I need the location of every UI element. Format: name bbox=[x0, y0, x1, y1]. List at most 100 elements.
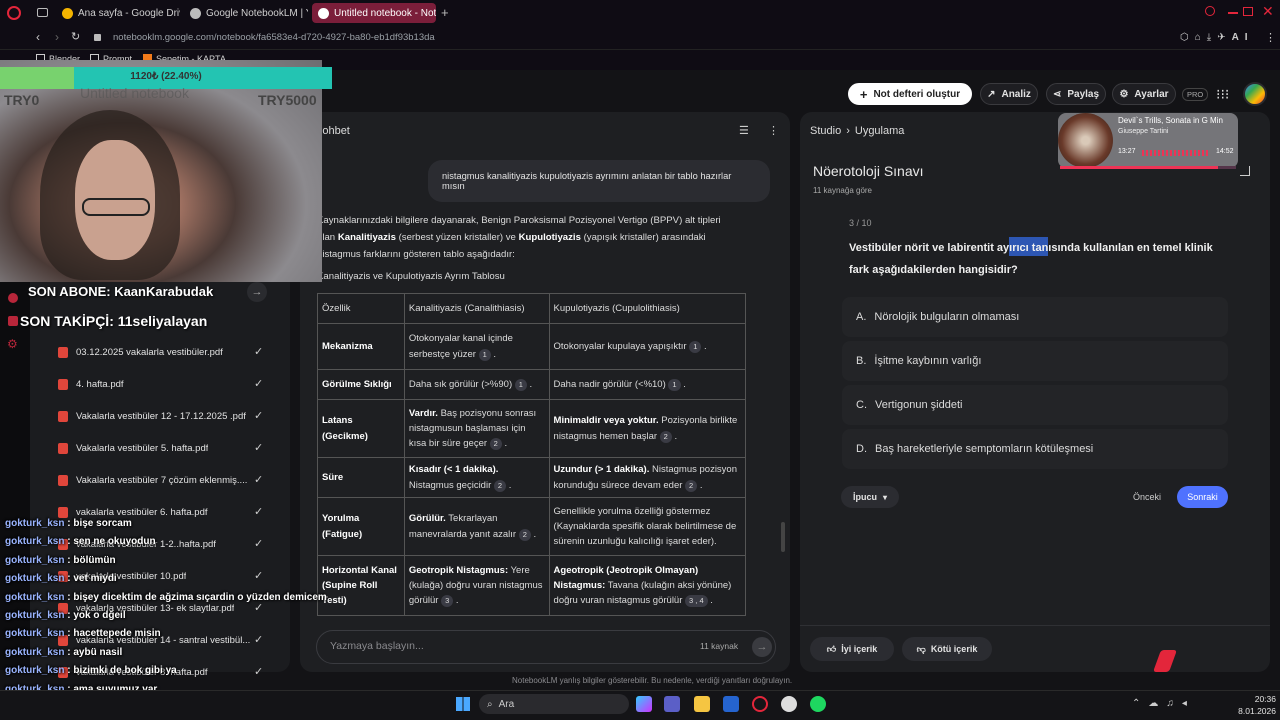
tab-label: Untitled notebook - Notebo bbox=[334, 7, 436, 19]
source-item[interactable]: Vakalarla vestibüler 12 - 17.12.2025 .pd… bbox=[58, 407, 268, 425]
source-item[interactable]: Vakalarla vestibüler 7 çözüm eklenmiş...… bbox=[58, 471, 268, 489]
answer-option-c[interactable]: C. Vertigonun şiddeti bbox=[842, 385, 1228, 425]
settings-button[interactable]: ⚙ Ayarlar bbox=[1112, 83, 1176, 105]
good-content-label: İyi içerik bbox=[841, 644, 878, 654]
tab-untitled-notebook[interactable]: Untitled notebook - Notebo bbox=[312, 3, 436, 23]
source-item[interactable]: Vakalarla vestibüler 5. hafta.pdf bbox=[58, 439, 268, 457]
source-item[interactable]: 4. hafta.pdf bbox=[58, 375, 268, 393]
cell-text: Otokonyalar kanal içinde serbestçe yüzer bbox=[408, 333, 513, 360]
back-icon[interactable]: ‹ bbox=[36, 30, 40, 44]
intro-bold: Kanalitiyazis bbox=[337, 232, 396, 243]
gear-icon[interactable]: ⚙ bbox=[7, 337, 18, 351]
analysis-button[interactable]: ↗ Analiz bbox=[980, 83, 1038, 105]
info-icon[interactable] bbox=[8, 293, 18, 303]
next-button[interactable]: Sonraki bbox=[1177, 486, 1228, 508]
citation-badge[interactable]: 1 bbox=[514, 378, 527, 391]
source-checkbox[interactable]: ✓ bbox=[254, 633, 266, 646]
windows-start-icon[interactable] bbox=[456, 697, 470, 711]
tab-google-drive[interactable]: Ana sayfa - Google Drive bbox=[56, 3, 180, 23]
opera-logo-icon[interactable] bbox=[7, 6, 21, 20]
avatar[interactable] bbox=[1243, 82, 1267, 106]
create-notebook-label: Not defteri oluştur bbox=[873, 88, 961, 100]
more-icon[interactable]: ⋮ bbox=[768, 124, 779, 137]
tab-list-icon[interactable] bbox=[37, 8, 48, 17]
source-checkbox[interactable]: ✓ bbox=[254, 505, 266, 518]
source-checkbox[interactable]: ✓ bbox=[254, 537, 266, 550]
forward-icon[interactable]: › bbox=[55, 30, 59, 44]
feature-text: Yorulma (Fatigue) bbox=[322, 513, 363, 540]
taskbar-search-label: Ara bbox=[498, 698, 515, 710]
search-icon[interactable] bbox=[1205, 6, 1215, 16]
citation-badge[interactable]: 2 bbox=[518, 528, 531, 541]
maximize-button[interactable] bbox=[1243, 7, 1253, 16]
cell-text: Nistagmus geçicidir bbox=[408, 479, 492, 491]
citation-badge[interactable]: 2 bbox=[489, 438, 502, 451]
citation-badge[interactable]: 3 , 4 bbox=[685, 595, 708, 608]
menu-icon[interactable]: ⋮ bbox=[1265, 31, 1276, 44]
notebook-title[interactable]: Untitled notebook bbox=[80, 85, 189, 101]
cell-bold: Minimaldir veya yoktur. bbox=[553, 415, 659, 427]
answer-option-b[interactable]: B. İşitme kaybının varlığı bbox=[842, 341, 1228, 381]
citation-badge[interactable]: 2 bbox=[685, 479, 698, 492]
source-checkbox[interactable]: ✓ bbox=[254, 569, 266, 582]
hint-button[interactable]: İpucu ▾ bbox=[841, 486, 899, 508]
chat-message: gokturk_ksn : bişey dicektim de ağzima s… bbox=[5, 591, 327, 603]
obs-icon[interactable] bbox=[781, 696, 797, 712]
answer-option-a[interactable]: A. Nörolojik bulguların olmaması bbox=[842, 297, 1228, 337]
tab-label: Ana sayfa - Google Drive bbox=[78, 7, 180, 19]
citation-badge[interactable]: 1 bbox=[689, 340, 702, 353]
tab-notebooklm-home[interactable]: Google NotebookLM | Yap bbox=[184, 3, 308, 23]
url-field[interactable]: notebooklm.google.com/notebook/fa6583e4-… bbox=[113, 32, 435, 43]
bad-content-button[interactable]: 👎︎ Kötü içerik bbox=[902, 637, 992, 661]
citation-badge[interactable]: 1 bbox=[668, 378, 681, 391]
extension-icons[interactable]: ⬡⌂⤓✈AI bbox=[1180, 32, 1254, 43]
breadcrumb-studio[interactable]: Studio bbox=[810, 125, 841, 137]
source-name: 03.12.2025 vakalarla vestibüler.pdf bbox=[76, 346, 223, 358]
share-button[interactable]: ⋖ Paylaş bbox=[1046, 83, 1106, 105]
citation-badge[interactable]: 1 bbox=[478, 348, 491, 361]
chat-message: gokturk_ksn : bölümün bbox=[5, 554, 116, 566]
source-checkbox[interactable]: ✓ bbox=[254, 473, 266, 486]
close-button[interactable]: ✕ bbox=[1262, 3, 1274, 20]
source-checkbox[interactable]: ✓ bbox=[254, 377, 266, 390]
taskbar-search[interactable]: ⌕ Ara bbox=[479, 694, 629, 714]
user-message-text: nistagmus kanalitiyazis kupulotiyazis ay… bbox=[442, 171, 732, 191]
tune-icon[interactable]: ☰ bbox=[739, 124, 749, 137]
citation-badge[interactable]: 3 bbox=[441, 595, 454, 608]
tray-icons[interactable]: ⌃☁♫◂ bbox=[1132, 698, 1195, 709]
search-source-button[interactable]: → bbox=[247, 282, 267, 302]
chat-input-placeholder: Yazmaya başlayın... bbox=[330, 640, 424, 652]
source-item[interactable]: 03.12.2025 vakalarla vestibüler.pdf bbox=[58, 343, 268, 361]
source-checkbox[interactable]: ✓ bbox=[254, 409, 266, 422]
good-content-button[interactable]: 👍︎ İyi içerik bbox=[810, 637, 894, 661]
teams-icon[interactable] bbox=[664, 696, 680, 712]
breadcrumb-current: Uygulama bbox=[854, 125, 905, 137]
new-tab-button[interactable]: + bbox=[441, 5, 449, 20]
send-button[interactable]: → bbox=[752, 637, 772, 657]
scrollbar[interactable] bbox=[781, 522, 785, 552]
minimize-button[interactable] bbox=[1228, 12, 1238, 14]
music-waveform bbox=[1142, 150, 1210, 156]
answer-option-d[interactable]: D. Baş hareketleriyle semptomların kötüle… bbox=[842, 429, 1228, 469]
lock-icon[interactable] bbox=[8, 316, 18, 326]
apps-grid-icon[interactable]: ⁝⁝⁝ bbox=[1216, 86, 1229, 103]
option-letter: D. bbox=[856, 443, 867, 455]
source-checkbox[interactable]: ✓ bbox=[254, 441, 266, 454]
feature-text: Latans (Gecikme) bbox=[322, 415, 368, 442]
feature-text: Süre bbox=[322, 471, 344, 483]
create-notebook-button[interactable]: + Not defteri oluştur bbox=[848, 83, 972, 105]
source-checkbox[interactable]: ✓ bbox=[254, 665, 266, 678]
opera-icon[interactable] bbox=[752, 696, 768, 712]
spotify-icon[interactable] bbox=[810, 696, 826, 712]
prev-button[interactable]: Önceki bbox=[1122, 486, 1172, 508]
feature-cell: Süre bbox=[317, 457, 405, 498]
source-checkbox[interactable]: ✓ bbox=[254, 345, 266, 358]
copilot-icon[interactable] bbox=[636, 696, 652, 712]
citation-badge[interactable]: 2 bbox=[493, 479, 507, 492]
citation-badge[interactable]: 2 bbox=[659, 430, 672, 443]
explorer-icon[interactable] bbox=[694, 696, 710, 712]
pdf-icon bbox=[58, 410, 68, 422]
reload-icon[interactable]: ↻ bbox=[71, 30, 80, 43]
expand-icon[interactable] bbox=[1240, 166, 1250, 176]
todo-icon[interactable] bbox=[723, 696, 739, 712]
